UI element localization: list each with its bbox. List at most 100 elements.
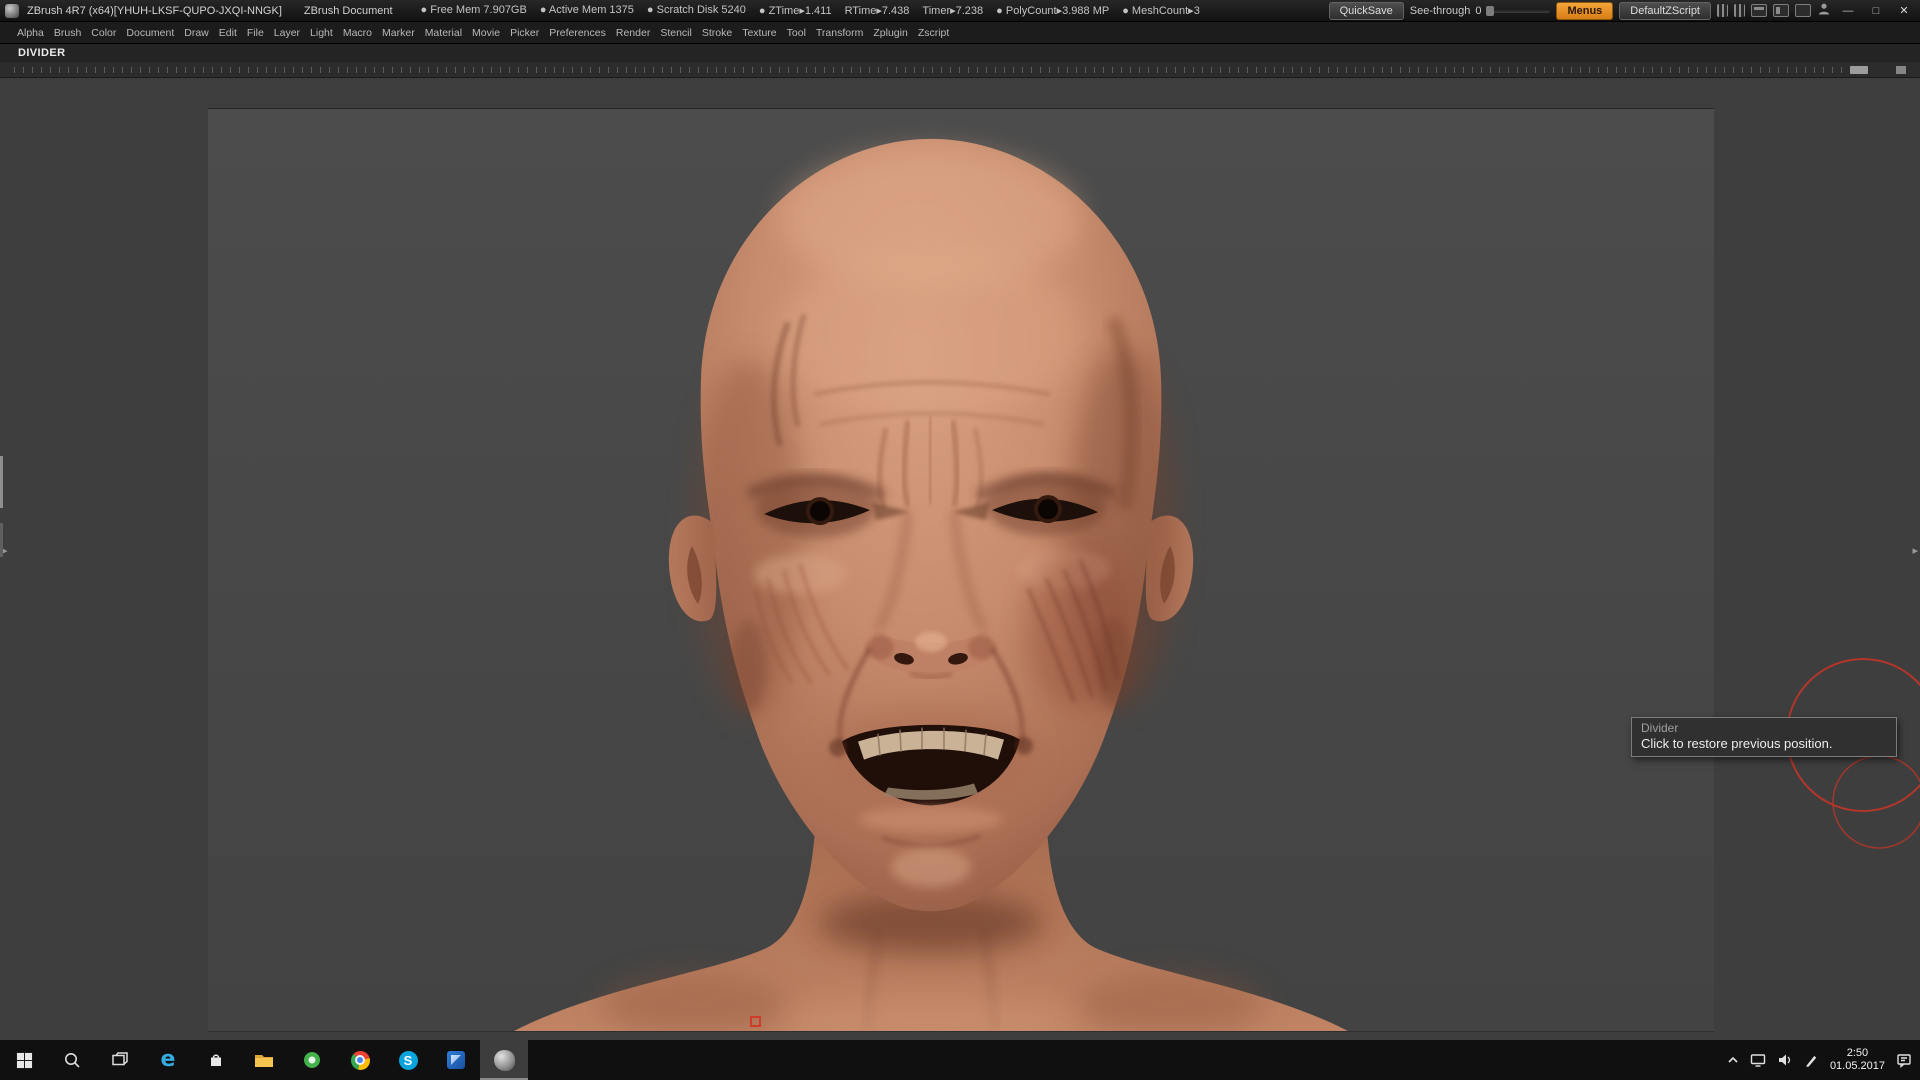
menu-item[interactable]: Edit	[214, 25, 242, 41]
left-scroll-segment[interactable]	[0, 456, 3, 508]
menu-item[interactable]: Movie	[467, 25, 505, 41]
action-center-button[interactable]	[1896, 1052, 1912, 1068]
stat-item: Timer▸7.238	[922, 5, 984, 17]
taskbar-item-edge[interactable]: e	[144, 1040, 192, 1080]
menu-item[interactable]: Draw	[179, 25, 214, 41]
chevron-up-icon	[1728, 1056, 1738, 1063]
network-tray-button[interactable]	[1750, 1052, 1766, 1068]
zbrush-app-icon	[5, 3, 19, 18]
right-edge-arrow-icon[interactable]: ▸	[1912, 544, 1918, 557]
chrome-icon	[350, 1050, 370, 1070]
menu-item[interactable]: Zscript	[913, 25, 955, 41]
menu-item[interactable]: Color	[86, 25, 121, 41]
speaker-icon	[1778, 1054, 1791, 1066]
divider-panel: DIVIDER	[0, 44, 1920, 62]
stat-item: ● MeshCount▸3	[1122, 5, 1200, 17]
menu-item[interactable]: Marker	[377, 25, 420, 41]
pen-tray-button[interactable]	[1804, 1053, 1819, 1068]
taskbar-item-explorer[interactable]	[240, 1040, 288, 1080]
default-zscript-button[interactable]: DefaultZScript	[1619, 1, 1711, 20]
see-through-track[interactable]	[1486, 5, 1551, 16]
clock-date: 01.05.2017	[1829, 1060, 1885, 1072]
start-button[interactable]	[0, 1040, 48, 1080]
monitor-icon	[1750, 1054, 1766, 1067]
store-bag-icon	[211, 1054, 221, 1066]
menus-toggle-button[interactable]: Menus	[1556, 1, 1614, 20]
menu-item[interactable]: Macro	[338, 25, 377, 41]
see-through-value: 0	[1475, 4, 1482, 17]
menu-item[interactable]: Tool	[782, 25, 811, 41]
task-view-button[interactable]	[96, 1040, 144, 1080]
stat-item: RTime▸7.438	[844, 5, 910, 17]
grip-icon[interactable]	[1717, 4, 1728, 17]
ruler-handle[interactable]	[1850, 66, 1868, 74]
title-stats: ● Free Mem 7.907GB ● Active Mem 1375 ● Scr…	[421, 4, 1200, 17]
menu-bar: Alpha Brush Color Document Draw Edit File Layer…	[0, 22, 1920, 44]
task-view-icon	[112, 1052, 128, 1066]
divider-tooltip: Divider Click to restore previous positi…	[1631, 717, 1897, 757]
stat-item: ● ZTime▸1.411	[758, 5, 832, 17]
minimize-button[interactable]: —	[1837, 1, 1859, 21]
volume-tray-button[interactable]	[1777, 1052, 1793, 1068]
menu-item[interactable]: Brush	[49, 25, 86, 41]
ruler-end-handle[interactable]	[1896, 66, 1906, 74]
menu-item[interactable]: Alpha	[12, 25, 49, 41]
divider-panel-label: DIVIDER	[18, 47, 66, 59]
menu-item[interactable]: Light	[305, 25, 338, 41]
viewport: Divider Click to restore previous positi…	[0, 78, 1920, 1040]
taskbar-clock[interactable]: 2:50 01.05.2017	[1830, 1047, 1885, 1073]
left-scroll-segment[interactable]	[0, 523, 3, 557]
taskbar-search-button[interactable]	[48, 1040, 96, 1080]
taskbar-item-store[interactable]	[192, 1040, 240, 1080]
menu-item[interactable]: Texture	[737, 25, 781, 41]
taskbar-item-skype[interactable]: S	[384, 1040, 432, 1080]
divider-ruler[interactable]	[0, 62, 1920, 78]
taskbar-item-blue-app[interactable]	[432, 1040, 480, 1080]
taskbar-item-zbrush[interactable]	[480, 1040, 528, 1080]
skype-icon: S	[398, 1050, 418, 1070]
menu-item[interactable]: Document	[121, 25, 179, 41]
edge-icon: e	[160, 1047, 176, 1072]
menu-item[interactable]: Transform	[811, 25, 868, 41]
layout-left-icon[interactable]	[1773, 4, 1789, 17]
menu-item[interactable]: Layer	[269, 25, 305, 41]
title-bar-controls: QuickSave See-through 0 Menus DefaultZSc…	[1328, 1, 1915, 21]
taskbar-item-chrome[interactable]	[336, 1040, 384, 1080]
taskbar-item-green-app[interactable]	[288, 1040, 336, 1080]
menu-item[interactable]: Picker	[505, 25, 544, 41]
user-icon[interactable]	[1817, 2, 1831, 19]
menu-item[interactable]: Zplugin	[868, 25, 912, 41]
taskbar: e S 2:50 01.05.2017	[0, 1040, 1920, 1080]
document-title: ZBrush Document	[303, 4, 393, 17]
sculpt-document[interactable]	[208, 108, 1714, 1032]
windows-logo-icon	[16, 1052, 32, 1068]
menu-item[interactable]: Render	[611, 25, 655, 41]
grip-icon[interactable]	[1734, 4, 1745, 17]
menu-item[interactable]: File	[242, 25, 269, 41]
quicksave-button[interactable]: QuickSave	[1328, 1, 1404, 20]
layout-top-icon[interactable]	[1751, 4, 1767, 17]
pen-icon	[1806, 1055, 1817, 1067]
stat-item: ● Free Mem 7.907GB	[420, 4, 527, 16]
stat-item: ● Scratch Disk 5240	[646, 4, 746, 16]
see-through-label: See-through	[1409, 4, 1471, 17]
blue-app-icon	[447, 1051, 465, 1069]
green-app-icon	[304, 1052, 320, 1068]
action-center-icon	[1897, 1054, 1911, 1068]
hidden-icons-chevron[interactable]	[1727, 1054, 1739, 1066]
title-bar: ZBrush 4R7 (x64)[YHUH-LKSF-QUPO-JXQI-NNG…	[0, 0, 1920, 22]
see-through-slider[interactable]: See-through 0	[1410, 5, 1551, 17]
close-button[interactable]: ✕	[1893, 1, 1915, 21]
layout-empty-icon[interactable]	[1795, 4, 1811, 17]
menu-item[interactable]: Preferences	[544, 25, 611, 41]
ruler-ticks	[14, 67, 1856, 73]
stat-item: ● Active Mem 1375	[539, 4, 634, 16]
zbrush-icon	[493, 1049, 515, 1071]
see-through-thumb[interactable]	[1486, 5, 1495, 16]
menu-item[interactable]: Stroke	[697, 25, 737, 41]
maximize-button[interactable]: □	[1865, 1, 1887, 21]
app-title: ZBrush 4R7 (x64)[YHUH-LKSF-QUPO-JXQI-NNG…	[27, 4, 282, 17]
tooltip-title: Divider	[1641, 721, 1679, 735]
menu-item[interactable]: Material	[420, 25, 467, 41]
menu-item[interactable]: Stencil	[655, 25, 697, 41]
